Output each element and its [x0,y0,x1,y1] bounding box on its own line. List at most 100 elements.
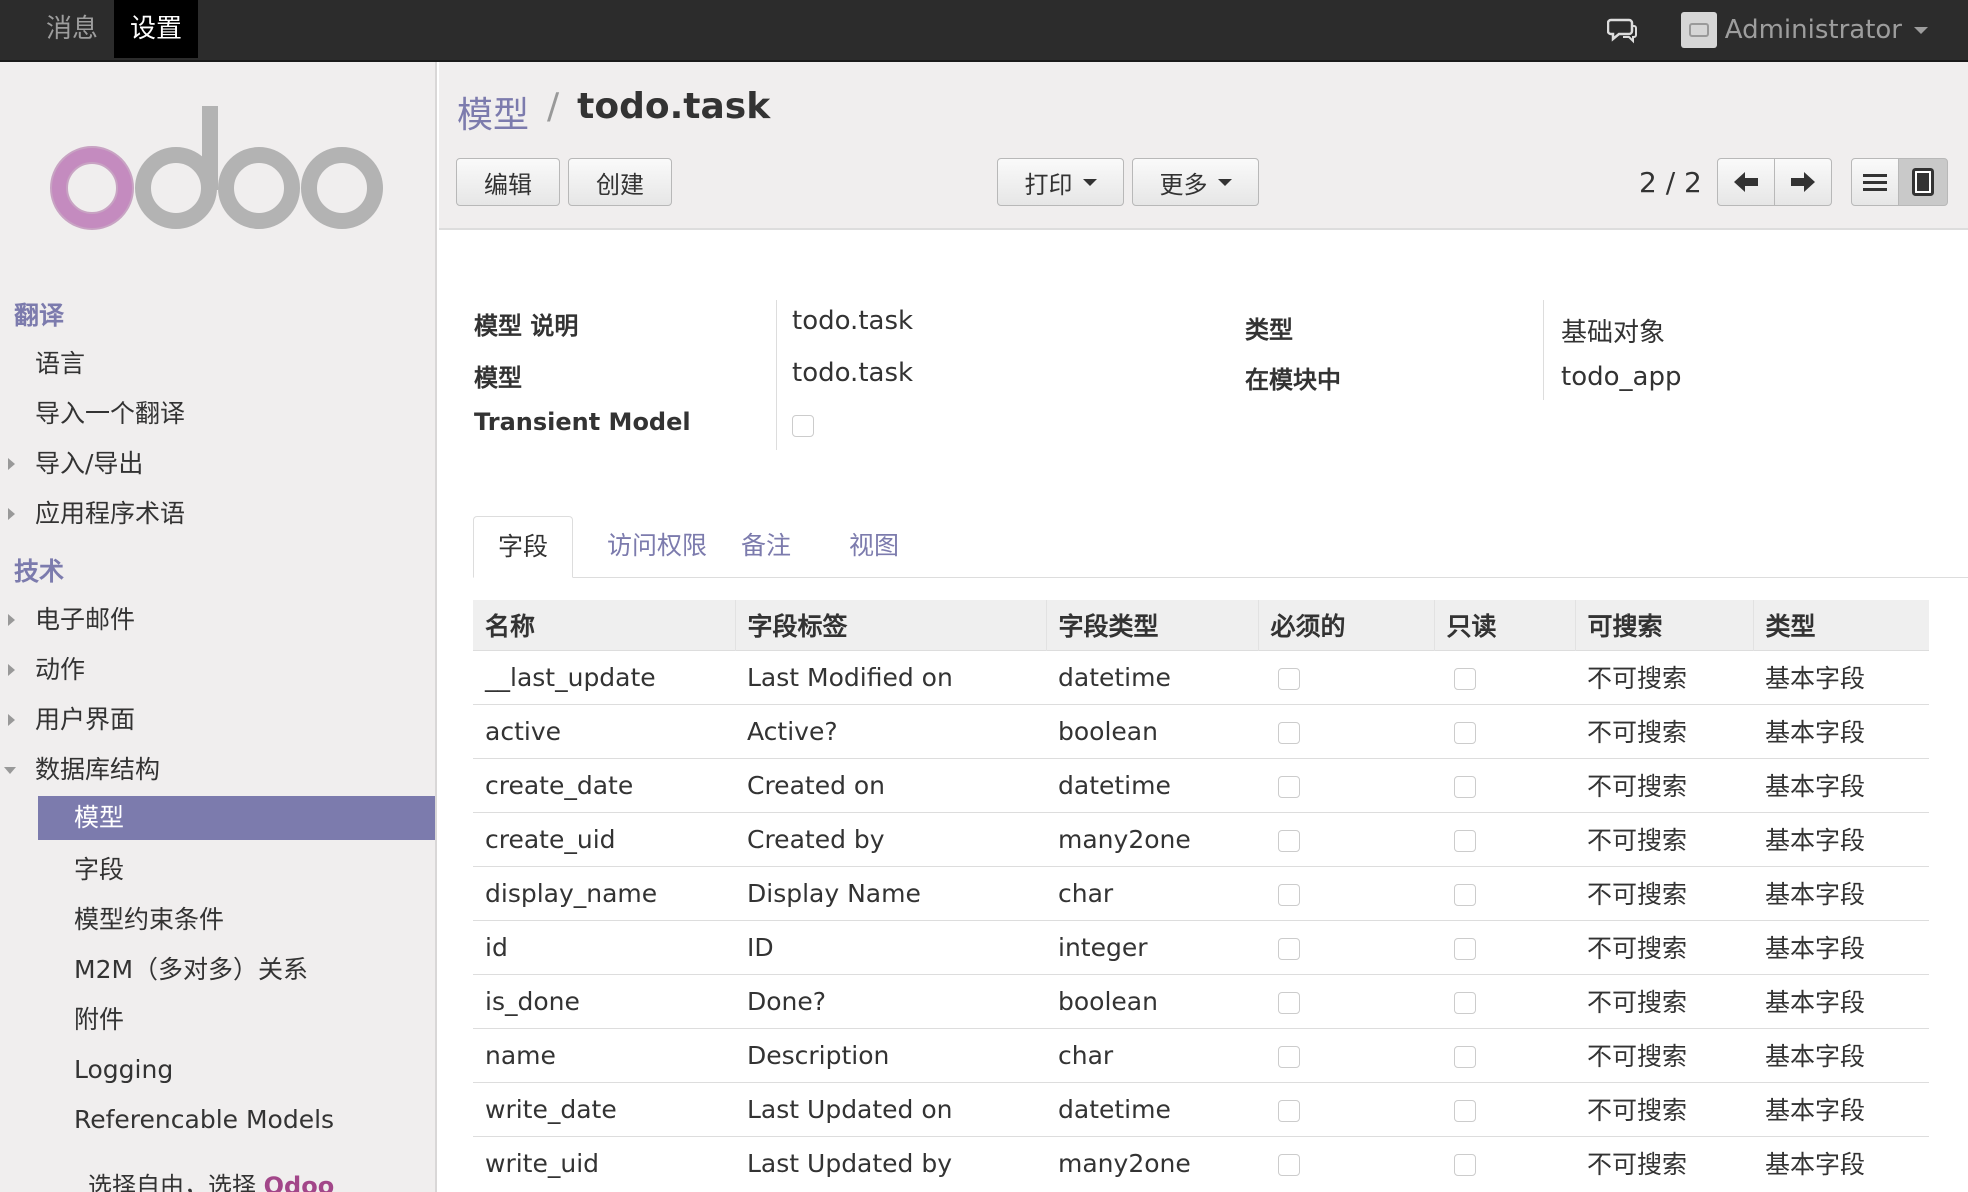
readonly-checkbox[interactable] [1454,1153,1476,1176]
form-view-button[interactable] [1898,158,1948,206]
column-header-readonly[interactable]: 只读 [1433,600,1575,650]
readonly-checkbox[interactable] [1454,883,1476,906]
cell-type: 基本字段 [1753,649,1929,704]
create-button[interactable]: 创建 [568,158,672,206]
sidebar-item-label: 用户界面 [35,705,136,734]
sidebar-item-languages[interactable]: 语言 [0,342,435,386]
column-header-required[interactable]: 必须的 [1257,600,1434,650]
more-button-label: 更多 [1159,170,1208,199]
cell-type: 基本字段 [1753,919,1929,974]
edit-button-label: 编辑 [484,170,532,199]
edit-button[interactable]: 编辑 [456,158,560,206]
required-checkbox[interactable] [1278,721,1300,744]
cell-searchable: 不可搜索 [1575,649,1753,704]
table-row[interactable]: write_date Last Updated on datetime 不可搜索 基本字… [473,1081,1929,1136]
tab-views[interactable]: 视图 [825,516,923,578]
table-row[interactable]: __last_update Last Modified on datetime 不可搜… [473,649,1929,704]
cell-readonly [1434,973,1575,1028]
cell-readonly [1434,865,1575,920]
table-row[interactable]: create_uid Created by many2one 不可搜索 基本字段 [473,811,1929,866]
cell-readonly [1434,919,1575,974]
chevron-down-icon[interactable] [1914,26,1928,34]
readonly-checkbox[interactable] [1454,1099,1476,1122]
table-row[interactable]: create_date Created on datetime 不可搜索 基本字段 [473,757,1929,812]
table-row[interactable]: is_done Done? boolean 不可搜索 基本字段 [473,973,1929,1028]
table-row[interactable]: id ID integer 不可搜索 基本字段 [473,919,1929,974]
top-right-area: Administrator [1606,0,1928,60]
value-in-modules: todo_app [1561,362,1682,392]
transient-model-checkbox[interactable] [792,415,814,437]
required-checkbox[interactable] [1278,829,1300,852]
odoo-logo[interactable] [48,106,388,236]
cell-searchable: 不可搜索 [1575,811,1753,866]
cell-label: Display Name [735,865,1046,920]
sidebar-item-import-export[interactable]: 导入/导出 [0,442,435,486]
required-checkbox[interactable] [1278,667,1300,690]
user-menu-name[interactable]: Administrator [1725,15,1902,45]
sidebar-item-app-terms[interactable]: 应用程序术语 [0,492,435,536]
sidebar-item-label: 附件 [74,1005,125,1034]
sidebar-item-logging[interactable]: Logging [0,1048,435,1092]
cell-required [1258,811,1434,866]
required-checkbox[interactable] [1278,937,1300,960]
column-header-label[interactable]: 字段标签 [734,600,1046,650]
tab-fields[interactable]: 字段 [473,516,574,578]
required-checkbox[interactable] [1278,991,1300,1014]
more-button[interactable]: 更多 [1132,158,1259,206]
cell-readonly [1434,811,1575,866]
print-button[interactable]: 打印 [997,158,1124,206]
label-type: 类型 [1245,316,1293,344]
sidebar-item-database-structure[interactable]: 数据库结构 [0,748,435,792]
column-header-name[interactable]: 名称 [473,600,735,650]
cell-required [1258,865,1434,920]
sidebar-footer[interactable]: 选择自由，选择 Odoo [88,1166,334,1192]
table-row[interactable]: active Active? boolean 不可搜索 基本字段 [473,703,1929,758]
required-checkbox[interactable] [1278,1045,1300,1068]
readonly-checkbox[interactable] [1454,829,1476,852]
column-header-field-type[interactable]: 字段类型 [1045,600,1258,650]
readonly-checkbox[interactable] [1454,775,1476,798]
sidebar-item-models[interactable]: 模型 [38,796,435,840]
cell-name: display_name [473,865,735,920]
top-menu-messages[interactable]: 消息 [30,0,114,58]
required-checkbox[interactable] [1278,1153,1300,1176]
cell-label: Created on [735,757,1046,812]
form-view-icon [1912,168,1934,196]
readonly-checkbox[interactable] [1454,667,1476,690]
sidebar-item-m2m-relations[interactable]: M2M（多对多）关系 [0,948,435,992]
chat-icon[interactable] [1606,16,1637,44]
column-header-searchable[interactable]: 可搜索 [1574,600,1753,650]
readonly-checkbox[interactable] [1454,721,1476,744]
pager-previous-button[interactable] [1717,158,1775,206]
pager-value[interactable]: 2 / 2 [1639,166,1702,199]
sidebar-item-email[interactable]: 电子邮件 [0,598,435,642]
required-checkbox[interactable] [1278,883,1300,906]
sidebar-item-import-translation[interactable]: 导入一个翻译 [0,392,435,436]
required-checkbox[interactable] [1278,1099,1300,1122]
required-checkbox[interactable] [1278,775,1300,798]
sidebar-item-referencable-models[interactable]: Referencable Models [0,1098,435,1142]
footer-brand: Odoo [263,1172,335,1192]
sidebar-item-fields[interactable]: 字段 [0,848,435,892]
tab-notes[interactable]: 备注 [717,516,815,578]
tab-access-rights[interactable]: 访问权限 [583,516,731,578]
cell-readonly [1434,649,1575,704]
table-row[interactable]: display_name Display Name char 不可搜索 基本字段 [473,865,1929,920]
cell-name: write_date [473,1081,735,1136]
readonly-checkbox[interactable] [1454,991,1476,1014]
table-row[interactable]: name Description char 不可搜索 基本字段 [473,1027,1929,1082]
readonly-checkbox[interactable] [1454,1045,1476,1068]
sidebar-item-attachments[interactable]: 附件 [0,998,435,1042]
top-menu-settings[interactable]: 设置 [114,0,199,58]
sidebar-item-user-interface[interactable]: 用户界面 [0,698,435,742]
pager-next-button[interactable] [1774,158,1832,206]
column-header-type[interactable]: 类型 [1752,600,1929,650]
breadcrumb-parent[interactable]: 模型 [457,86,529,138]
cell-label: Done? [735,973,1046,1028]
user-avatar[interactable] [1680,12,1717,48]
list-view-button[interactable] [1851,158,1899,206]
sidebar-item-model-constraints[interactable]: 模型约束条件 [0,898,435,942]
readonly-checkbox[interactable] [1454,937,1476,960]
table-row[interactable]: write_uid Last Updated by many2one 不可搜索 基本字段 [473,1135,1929,1190]
sidebar-item-actions[interactable]: 动作 [0,648,435,692]
